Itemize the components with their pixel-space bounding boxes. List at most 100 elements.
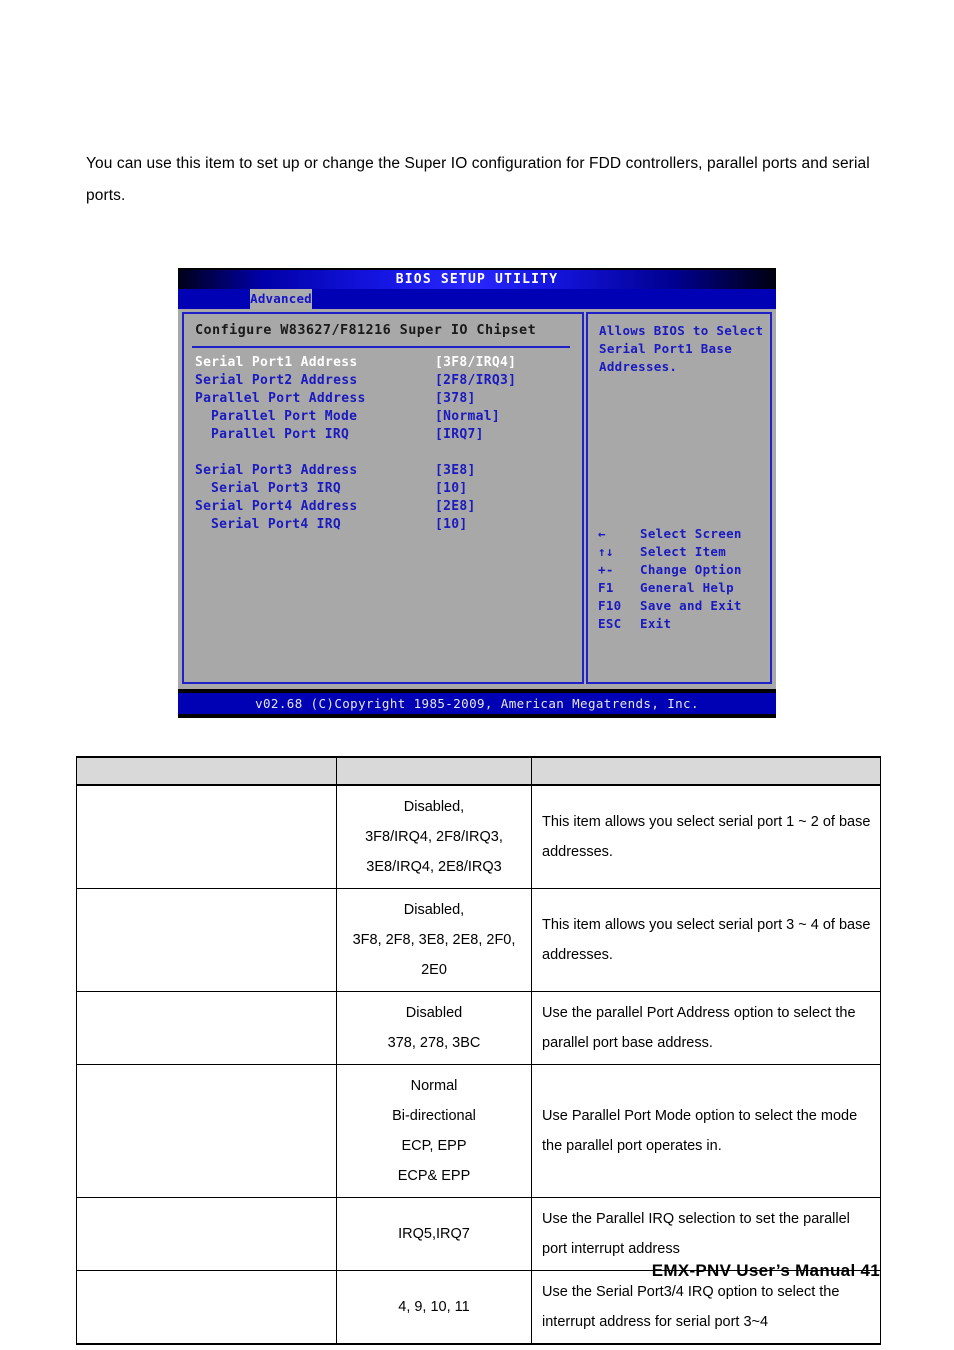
setting-option: Normal bbox=[410, 1078, 458, 1094]
setting-name-cell bbox=[76, 1197, 337, 1271]
setting-options-cell: IRQ5,IRQ7 bbox=[336, 1197, 532, 1271]
setting-description-cell: This item allows you select serial port … bbox=[531, 888, 881, 992]
table-header-row bbox=[76, 756, 881, 786]
setting-option: Disabled, bbox=[403, 799, 465, 815]
setting-description-cell: Use Parallel Port Mode option to select … bbox=[531, 1064, 881, 1198]
setting-description-cell: This item allows you select serial port … bbox=[531, 784, 881, 889]
setting-description-cell: Use the parallel Port Address option to … bbox=[531, 991, 881, 1065]
legend-description: Exit bbox=[640, 616, 672, 631]
legend-description: Save and Exit bbox=[640, 598, 742, 613]
setting-name-cell bbox=[76, 1064, 337, 1198]
legend-description: General Help bbox=[640, 580, 734, 595]
bios-option-list: Serial Port1 Address [3F8/IRQ4] Serial Por… bbox=[195, 355, 580, 535]
bios-option-value[interactable]: [10] bbox=[435, 481, 468, 496]
bios-option-label: Serial Port4 IRQ bbox=[211, 517, 342, 532]
setting-description-cell: Use the Serial Port3/4 IRQ option to sel… bbox=[531, 1270, 881, 1345]
bios-option-label: Serial Port1 Address bbox=[195, 355, 358, 370]
bios-body: Configure W83627/F81216 Super IO Chipset… bbox=[178, 309, 776, 689]
bios-option-label: Parallel Port Mode bbox=[211, 409, 358, 424]
legend-row: F10 Save and Exit bbox=[598, 598, 770, 616]
legend-key-icon: +- bbox=[598, 562, 614, 577]
setting-options-cell: Disabled, 3F8, 2F8, 3E8, 2E8, 2F0, 2E0 bbox=[336, 888, 532, 992]
setting-name-cell bbox=[76, 784, 337, 889]
help-description: Allows BIOS to Select Serial Port1 Base … bbox=[599, 323, 764, 374]
bios-option-label: Serial Port3 Address bbox=[195, 463, 358, 478]
setting-name-cell bbox=[76, 991, 337, 1065]
legend-key-icon: F10 bbox=[598, 598, 622, 613]
intro-paragraph: You can use this item to set up or chang… bbox=[86, 155, 870, 204]
bios-option-value[interactable]: [Normal] bbox=[435, 409, 500, 424]
setting-option: ECP, EPP bbox=[401, 1138, 467, 1154]
bios-option-label: Serial Port4 Address bbox=[195, 499, 358, 514]
spec-table-body: Disabled, 3F8/IRQ4, 2F8/IRQ3, 3E8/IRQ4, 2E… bbox=[76, 756, 881, 1345]
table-row: IRQ5,IRQ7 Use the Parallel IRQ selection … bbox=[76, 1197, 881, 1271]
bios-option-row[interactable]: Serial Port4 IRQ [10] bbox=[195, 517, 580, 535]
setting-description-cell: Use the Parallel IRQ selection to set th… bbox=[531, 1197, 881, 1271]
legend-key-icon: ESC bbox=[598, 616, 622, 631]
bios-version-footer: v02.68 (C)Copyright 1985-2009, American … bbox=[178, 693, 776, 714]
table-header-cell bbox=[336, 756, 532, 786]
bios-option-value[interactable]: [3E8] bbox=[435, 463, 476, 478]
bios-option-row[interactable]: Parallel Port IRQ [IRQ7] bbox=[195, 427, 580, 445]
setting-options-cell: Disabled, 3F8/IRQ4, 2F8/IRQ3, 3E8/IRQ4, 2E… bbox=[336, 784, 532, 889]
bios-option-value[interactable]: [2F8/IRQ3] bbox=[435, 373, 516, 388]
bios-help-pane: Allows BIOS to Select Serial Port1 Base … bbox=[586, 312, 772, 684]
bios-option-value[interactable]: [3F8/IRQ4] bbox=[435, 355, 516, 370]
legend-description: Change Option bbox=[640, 562, 742, 577]
setting-name-cell bbox=[76, 888, 337, 992]
legend-row: +- Change Option bbox=[598, 562, 770, 580]
setting-option: Bi-directional bbox=[392, 1108, 476, 1124]
table-header-cell bbox=[531, 756, 881, 786]
table-row: 4, 9, 10, 11 Use the Serial Port3/4 IRQ o… bbox=[76, 1270, 881, 1345]
legend-row: ← Select Screen bbox=[598, 526, 770, 544]
bios-option-row[interactable]: Serial Port3 IRQ [10] bbox=[195, 481, 580, 499]
legend-key-icon: F1 bbox=[598, 580, 614, 595]
setting-options-cell: 4, 9, 10, 11 bbox=[336, 1270, 532, 1345]
bios-option-row[interactable]: Parallel Port Address [378] bbox=[195, 391, 580, 409]
table-row: Disabled 378, 278, 3BC Use the parallel Po… bbox=[76, 991, 881, 1065]
setting-options-cell: Disabled 378, 278, 3BC bbox=[336, 991, 532, 1065]
page-footer: EMX-PNV User’s Manual 41 bbox=[651, 1261, 880, 1280]
section-heading: Configure W83627/F81216 Super IO Chipset bbox=[195, 322, 537, 338]
table-row: Disabled, 3F8, 2F8, 3E8, 2E8, 2F0, 2E0 This… bbox=[76, 888, 881, 992]
tab-advanced[interactable]: Advanced bbox=[250, 289, 312, 309]
bios-option-row[interactable]: Serial Port1 Address [3F8/IRQ4] bbox=[195, 355, 580, 373]
bios-option-row[interactable]: Serial Port4 Address [2E8] bbox=[195, 499, 580, 517]
setting-option: IRQ5,IRQ7 bbox=[398, 1226, 470, 1242]
setting-option: 3E8/IRQ4, 2E8/IRQ3 bbox=[366, 859, 502, 875]
legend-row: ↑↓ Select Item bbox=[598, 544, 770, 562]
bios-option-label: Serial Port3 IRQ bbox=[211, 481, 342, 496]
bios-option-value[interactable]: [378] bbox=[435, 391, 476, 406]
bios-option-spacer bbox=[195, 445, 580, 463]
setting-option: ECP& EPP bbox=[397, 1168, 471, 1184]
bios-option-row[interactable]: Serial Port2 Address [2F8/IRQ3] bbox=[195, 373, 580, 391]
legend-row: F1 General Help bbox=[598, 580, 770, 598]
key-legend: ← Select Screen ↑↓ Select Item +- Change Opti… bbox=[598, 526, 770, 634]
setting-option: 3F8, 2F8, 3E8, 2E8, 2F0, bbox=[352, 932, 516, 948]
bios-setup-screenshot: BIOS SETUP UTILITY Advanced Configure W8… bbox=[178, 268, 776, 718]
bios-option-row[interactable]: Parallel Port Mode [Normal] bbox=[195, 409, 580, 427]
table-header-cell bbox=[76, 756, 337, 786]
setting-option: Disabled, bbox=[403, 902, 465, 918]
table-row: Disabled, 3F8/IRQ4, 2F8/IRQ3, 3E8/IRQ4, 2E… bbox=[76, 784, 881, 889]
settings-description-table: Disabled, 3F8/IRQ4, 2F8/IRQ3, 3E8/IRQ4, 2E… bbox=[76, 756, 881, 1345]
setting-name-cell bbox=[76, 1270, 337, 1345]
bios-option-value[interactable]: [IRQ7] bbox=[435, 427, 484, 442]
setting-options-cell: Normal Bi-directional ECP, EPP ECP& EPP bbox=[336, 1064, 532, 1198]
legend-key-icon: ↑↓ bbox=[598, 544, 614, 559]
bios-option-value[interactable]: [10] bbox=[435, 517, 468, 532]
bios-option-label: Parallel Port Address bbox=[195, 391, 366, 406]
setting-option: 4, 9, 10, 11 bbox=[398, 1299, 470, 1315]
bios-option-value[interactable]: [2E8] bbox=[435, 499, 476, 514]
legend-description: Select Item bbox=[640, 544, 727, 559]
bios-title: BIOS SETUP UTILITY bbox=[178, 270, 776, 289]
setting-option: 378, 278, 3BC bbox=[387, 1035, 481, 1051]
bios-option-label: Serial Port2 Address bbox=[195, 373, 358, 388]
bios-settings-pane: Configure W83627/F81216 Super IO Chipset… bbox=[182, 312, 584, 684]
bios-option-row[interactable]: Serial Port3 Address [3E8] bbox=[195, 463, 580, 481]
setting-option: 2E0 bbox=[421, 962, 447, 978]
setting-option: 3F8/IRQ4, 2F8/IRQ3, bbox=[365, 829, 503, 845]
heading-divider bbox=[192, 346, 570, 348]
bios-tab-bar: Advanced bbox=[178, 289, 776, 309]
legend-key-icon: ← bbox=[598, 526, 606, 541]
